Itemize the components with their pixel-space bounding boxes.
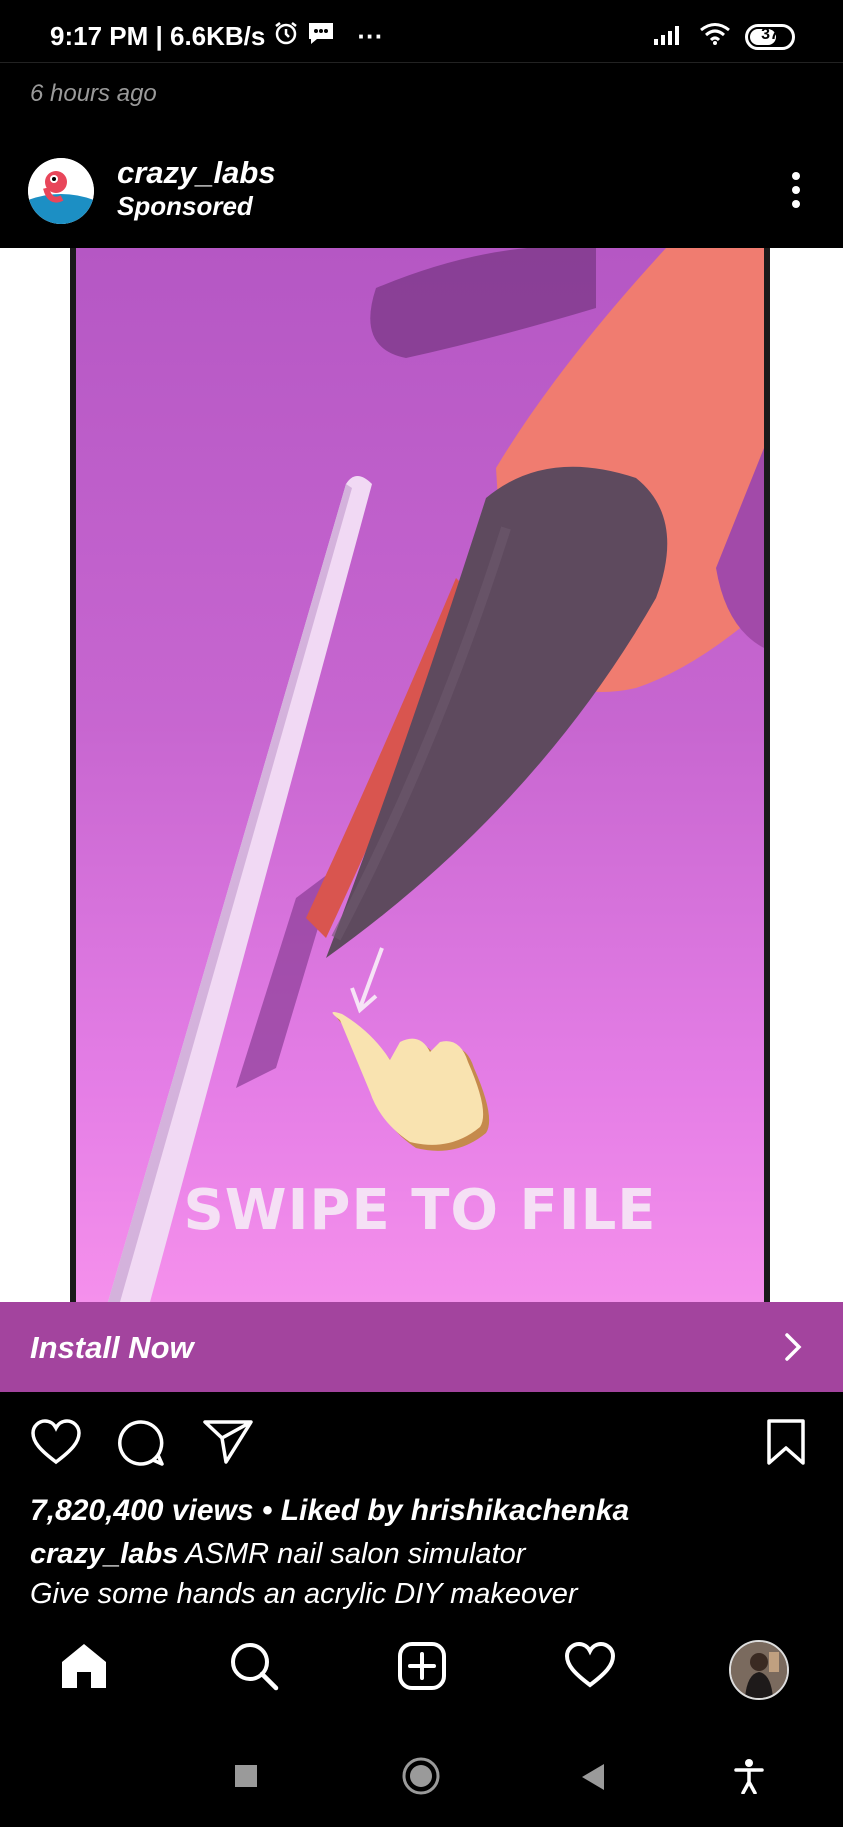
battery-icon: 37: [745, 23, 795, 50]
save-bookmark-icon[interactable]: [766, 1418, 806, 1471]
battery-level: 37: [761, 25, 779, 43]
swipe-to-file-text: SWIPE TO FILE: [183, 1178, 657, 1243]
caption-line-1: crazy_labs ASMR nail salon simulator: [30, 1538, 525, 1571]
sponsored-label: Sponsored: [117, 191, 253, 221]
activity-heart-icon[interactable]: [564, 1640, 616, 1695]
status-left: 9:17 PM | 6.6KB/s ···: [50, 20, 383, 53]
liked-by-user[interactable]: hrishikachenka: [411, 1494, 629, 1527]
like-heart-icon[interactable]: [30, 1418, 82, 1471]
share-send-icon[interactable]: [202, 1418, 254, 1471]
new-post-icon[interactable]: [396, 1640, 448, 1697]
install-now-label[interactable]: Install Now: [30, 1330, 194, 1366]
caption-username[interactable]: crazy_labs: [30, 1538, 178, 1570]
chevron-right-icon[interactable]: [783, 1332, 803, 1367]
more-options-icon[interactable]: [791, 172, 801, 212]
home-icon[interactable]: [58, 1640, 110, 1697]
accessibility-icon[interactable]: [734, 1758, 764, 1799]
recents-square-icon[interactable]: [234, 1764, 258, 1793]
liked-by-prefix: • Liked by: [253, 1494, 411, 1527]
status-more: ···: [357, 21, 384, 51]
wifi-icon: [699, 22, 731, 51]
search-icon[interactable]: [228, 1640, 280, 1697]
status-divider: [0, 62, 843, 63]
signal-icon: [653, 23, 685, 50]
post-username[interactable]: crazy_labs: [117, 155, 276, 191]
home-circle-icon[interactable]: [401, 1756, 441, 1801]
comment-icon[interactable]: [116, 1418, 166, 1473]
previous-post-time: 6 hours ago: [30, 80, 157, 107]
caption-line-2: Give some hands an acrylic DIY makeover: [30, 1578, 578, 1610]
status-right: 37: [653, 22, 795, 51]
nail-scene-illustration: [108, 248, 764, 1302]
message-icon: [307, 20, 335, 53]
back-triangle-icon[interactable]: [580, 1762, 606, 1797]
profile-avatar[interactable]: [729, 1640, 789, 1700]
caption-text: ASMR nail salon simulator: [178, 1538, 526, 1570]
alarm-icon: [273, 20, 299, 53]
status-time-speed: 9:17 PM | 6.6KB/s: [50, 21, 266, 51]
views-count[interactable]: 7,820,400 views: [30, 1494, 254, 1527]
post-avatar[interactable]: [28, 158, 94, 224]
game-video[interactable]: SWIPE TO FILE: [76, 248, 764, 1302]
views-liked-line: 7,820,400 views • Liked by hrishikachenk…: [30, 1494, 629, 1528]
